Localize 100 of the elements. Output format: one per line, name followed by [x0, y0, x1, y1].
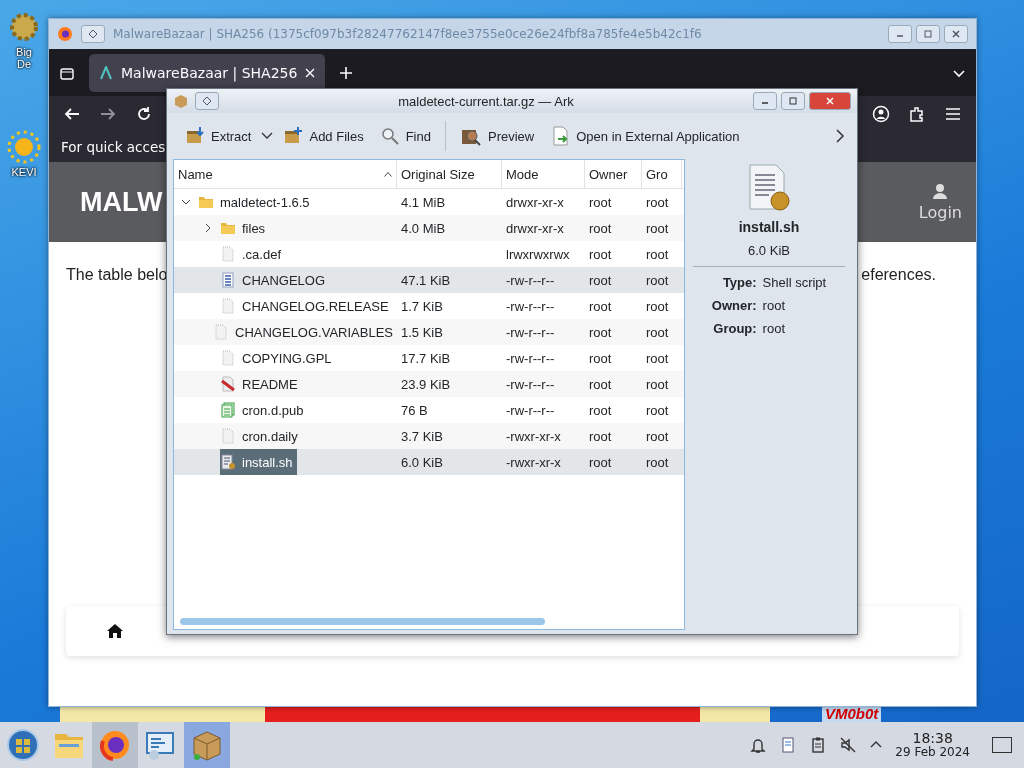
- group-cell-text: root: [645, 454, 670, 470]
- owner-cell-text: root: [588, 298, 613, 314]
- puzzle-icon[interactable]: [908, 105, 926, 123]
- script-gear-icon: [220, 454, 236, 470]
- file-row[interactable]: CHANGELOG.VARIABLES 1.5 KiB -rw-r--r-- root root: [174, 319, 684, 345]
- close-icon: [951, 29, 961, 39]
- file-row[interactable]: CHANGELOG 47.1 KiB -rw-r--r-- root root: [174, 267, 684, 293]
- file-row[interactable]: README 23.9 KiB -rw-r--r-- root root: [174, 371, 684, 397]
- toolbar-button[interactable]: Open in External Application: [544, 122, 746, 150]
- maximize-icon: [923, 29, 933, 39]
- chevron-right-icon[interactable]: [835, 128, 845, 144]
- close-button[interactable]: [809, 92, 851, 110]
- diamond-icon: [202, 96, 212, 106]
- property-value: root: [762, 298, 786, 313]
- property-value: root: [762, 321, 786, 336]
- text-lines-icon: [220, 272, 236, 288]
- column-header[interactable]: Mode: [502, 160, 585, 188]
- owner-cell-text: root: [588, 246, 613, 262]
- file-row[interactable]: install.sh 6.0 KiB -rwxr-xr-x root root: [174, 449, 684, 475]
- pin-button[interactable]: [195, 92, 219, 110]
- group-cell-text: root: [645, 350, 670, 366]
- toolbar-button[interactable]: Find: [373, 122, 437, 150]
- muted-speaker-icon[interactable]: [839, 736, 858, 754]
- toolbar-button[interactable]: Extract: [179, 122, 258, 150]
- close-icon[interactable]: [305, 67, 316, 78]
- toolbar-button[interactable]: Preview: [453, 122, 541, 150]
- dropdown-caret-icon[interactable]: [261, 132, 274, 140]
- size-cell-text: 1.5 KiB: [400, 324, 444, 340]
- stacked-document-icon: [220, 402, 236, 418]
- file-row[interactable]: cron.daily 3.7 KiB -rwxr-xr-x root root: [174, 423, 684, 449]
- owner-cell-text: root: [588, 194, 613, 210]
- file-row[interactable]: cron.d.pub 76 B -rw-r--r-- root root: [174, 397, 684, 423]
- file-row[interactable]: .ca.def lrwxrwxrwx root root: [174, 241, 684, 267]
- document-ribbon-icon: [220, 376, 236, 392]
- chevron-down-icon[interactable]: [181, 198, 191, 206]
- sort-caret-icon: [384, 171, 392, 177]
- file-row[interactable]: files 4.0 MiB drwxr-xr-x root root: [174, 215, 684, 241]
- file-row[interactable]: maldetect-1.6.5 4.1 MiB drwxr-xr-x root root: [174, 189, 684, 215]
- file-name: cron.daily: [242, 428, 299, 444]
- column-header[interactable]: Gro: [642, 160, 682, 188]
- mode-cell-text: -rw-r--r--: [505, 402, 556, 418]
- size-cell-text: 47.1 KiB: [400, 272, 452, 288]
- bookmarks-hint: For quick acces: [61, 139, 166, 155]
- property-value: Shell script: [762, 275, 827, 290]
- site-logo[interactable]: MALW: [80, 186, 163, 218]
- file-name: COPYING.GPL: [242, 350, 333, 366]
- file-name: files: [242, 220, 267, 236]
- file-row[interactable]: CHANGELOG.RELEASE 1.7 KiB -rw-r--r-- root root: [174, 293, 684, 319]
- account-icon[interactable]: [872, 105, 890, 123]
- browser-tab[interactable]: MalwareBazaar | SHA256: [89, 53, 326, 92]
- taskbar-button[interactable]: [92, 722, 138, 768]
- mode-cell-text: -rwxr-xr-x: [505, 428, 562, 444]
- column-header[interactable]: Owner: [585, 160, 642, 188]
- file-name: install.sh: [738, 219, 800, 235]
- window-title: MalwareBazaar | SHA256 (1375cf097b3f28247762147f8ee3755e0ce26e24fbf8a785fe4e5b42c1f6: [113, 27, 703, 41]
- mode-cell-text: -rw-r--r--: [505, 350, 556, 366]
- size-cell-text: 3.7 KiB: [400, 428, 444, 444]
- column-header[interactable]: Original Size: [397, 160, 502, 188]
- group-cell-text: root: [645, 324, 670, 340]
- clock[interactable]: 18:38 29 Feb 2024: [895, 730, 970, 760]
- file-name: maldetect-1.6.5: [220, 194, 311, 210]
- archive-extract-icon: [185, 126, 205, 146]
- minimize-button[interactable]: [753, 92, 777, 110]
- size-cell-text: 23.9 KiB: [400, 376, 452, 392]
- size-cell-text: 4.1 MiB: [400, 194, 447, 210]
- mode-cell-text: -rw-r--r--: [505, 324, 556, 340]
- blank-file-icon: [220, 298, 236, 314]
- home-icon[interactable]: [106, 623, 124, 639]
- bell-icon[interactable]: [749, 736, 768, 754]
- close-button[interactable]: [944, 25, 968, 43]
- size-cell-text: 17.7 KiB: [400, 350, 452, 366]
- group-cell-text: root: [645, 402, 670, 418]
- blank-file-icon: [220, 428, 236, 444]
- pin-button[interactable]: [81, 25, 105, 43]
- column-header[interactable]: Name: [174, 160, 397, 188]
- plus-icon[interactable]: [339, 65, 354, 80]
- file-name: CHANGELOG.VARIABLES: [235, 324, 394, 340]
- toolbar-button[interactable]: Add Files: [277, 122, 370, 150]
- mode-cell-text: -rw-r--r--: [505, 376, 556, 392]
- maximize-icon: [788, 96, 798, 106]
- mode-cell-text: -rwxr-xr-x: [505, 454, 562, 470]
- owner-cell-text: root: [588, 220, 613, 236]
- folder-icon: [220, 220, 236, 236]
- window-title: maldetect-current.tar.gz — Ark: [397, 93, 575, 109]
- show-desktop-button[interactable]: [992, 737, 1012, 753]
- chevron-right-icon[interactable]: [204, 223, 212, 233]
- maximize-button[interactable]: [781, 92, 805, 110]
- mode-cell-text: -rw-r--r--: [505, 272, 556, 288]
- file-row[interactable]: COPYING.GPL 17.7 KiB -rw-r--r-- root root: [174, 345, 684, 371]
- blank-file-icon: [220, 246, 236, 262]
- minimize-button[interactable]: [888, 25, 912, 43]
- intro-text: The table belo: [66, 266, 168, 284]
- reload-icon[interactable]: [135, 105, 153, 123]
- document-arrow-icon: [550, 126, 571, 146]
- file-name: CHANGELOG.RELEASE: [242, 298, 390, 314]
- file-name: cron.d.pub: [242, 402, 305, 418]
- start-orb-icon[interactable]: [6, 728, 40, 762]
- owner-cell-text: root: [588, 350, 613, 366]
- login-link[interactable]: Login: [918, 182, 962, 222]
- menu-icon[interactable]: [944, 105, 962, 123]
